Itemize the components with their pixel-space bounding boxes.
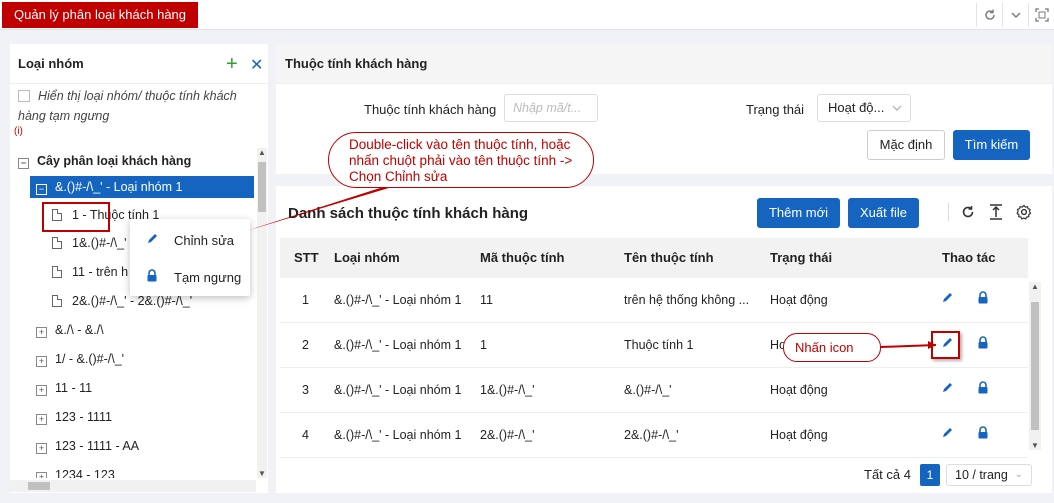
callout-pointer: [246, 187, 392, 231]
callout-bubble-click-icon: Nhấn icon: [783, 333, 881, 362]
annotation-arrows: [246, 187, 937, 349]
callout-line: [880, 344, 937, 348]
highlight-box-edit-icon: [931, 331, 960, 359]
highlight-box-tree-item: [42, 202, 110, 232]
callout-bubble-instructions: Double-click vào tên thuộc tính, hoặc nh…: [328, 132, 594, 188]
